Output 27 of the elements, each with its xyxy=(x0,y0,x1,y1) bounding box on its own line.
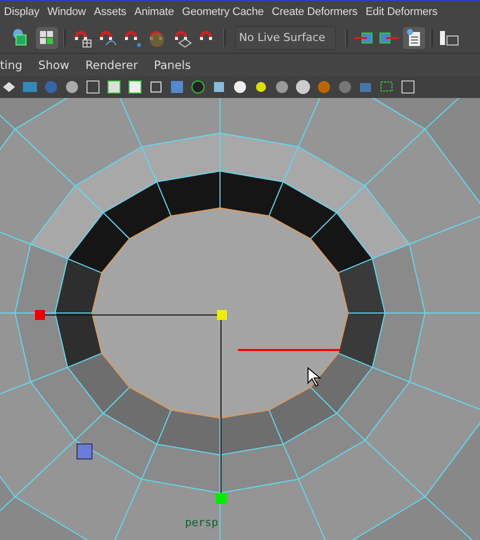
vertex-handle[interactable] xyxy=(76,444,92,460)
viewport-tool-icon[interactable] xyxy=(105,78,123,96)
panel-menu-item[interactable]: Panels xyxy=(148,58,201,72)
viewport-tool-icon[interactable] xyxy=(84,78,102,96)
menu-item[interactable]: Animate xyxy=(130,6,178,18)
menu-item[interactable]: Display xyxy=(0,6,44,18)
viewport-tool-icon[interactable] xyxy=(63,78,81,96)
live-surface-field[interactable]: No Live Surface xyxy=(235,26,336,50)
viewport-tool-icon[interactable] xyxy=(126,78,144,96)
viewport-tool-icon[interactable] xyxy=(399,78,417,96)
document-icon[interactable] xyxy=(403,26,425,48)
menu-item[interactable]: Window xyxy=(43,6,90,18)
menu-item[interactable]: Edit Deformers xyxy=(362,6,442,18)
panel-menu-item[interactable]: ting xyxy=(0,58,32,72)
viewport-tool-icon[interactable] xyxy=(231,78,249,96)
panel-menu-item[interactable]: Show xyxy=(32,58,80,72)
viewport-tool-icon[interactable] xyxy=(189,78,207,96)
panel-menu-item[interactable]: Renderer xyxy=(79,58,148,72)
camera-label: persp xyxy=(185,517,218,528)
viewport-tool-icon[interactable] xyxy=(273,78,291,96)
menu-item[interactable]: Geometry Cache xyxy=(178,6,268,18)
viewport-tool-icon[interactable] xyxy=(294,78,312,96)
move-manipulator[interactable] xyxy=(35,310,227,504)
select-component-icon[interactable] xyxy=(36,26,58,48)
menu-item[interactable]: Create Deformers xyxy=(268,6,362,18)
cursor-icon xyxy=(308,366,322,387)
menu-item[interactable]: Assets xyxy=(90,6,130,18)
